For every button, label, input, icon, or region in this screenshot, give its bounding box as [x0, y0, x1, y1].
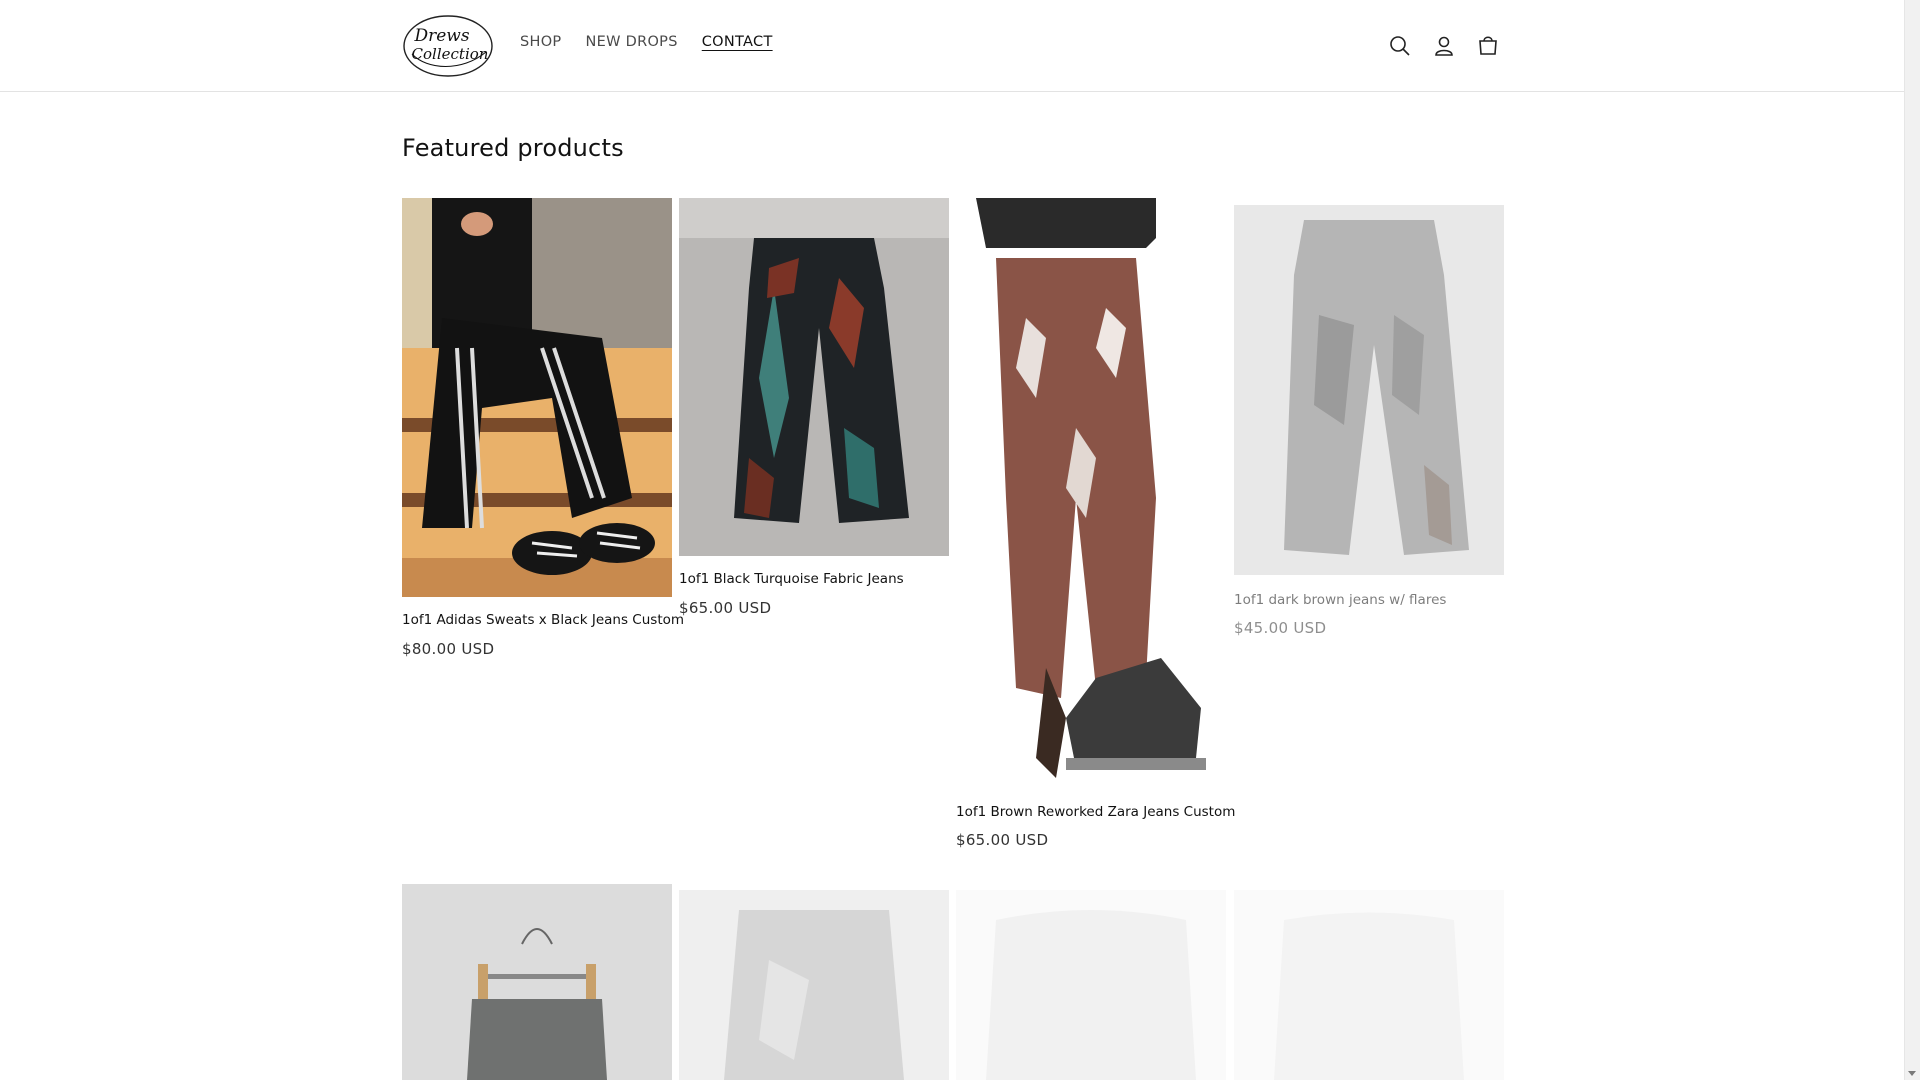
- product-card[interactable]: [402, 884, 672, 1080]
- store-logo[interactable]: Drews Collection: [402, 14, 494, 78]
- product-price: $45.00 USD: [1234, 619, 1327, 637]
- product-image[interactable]: [956, 890, 1226, 1080]
- product-image[interactable]: [402, 884, 672, 1080]
- header-icons: [1378, 28, 1510, 64]
- nav-contact[interactable]: CONTACT: [702, 34, 773, 50]
- product-title[interactable]: 1of1 dark brown jeans w/ flares: [1234, 592, 1446, 608]
- search-icon[interactable]: [1378, 28, 1422, 64]
- storefront-page: Drews Collection SHOP NEW DROPS CONTACT …: [0, 0, 1905, 1080]
- product-image[interactable]: [679, 890, 949, 1080]
- product-title[interactable]: 1of1 Adidas Sweats x Black Jeans Custom: [402, 612, 684, 628]
- svg-text:Drews: Drews: [413, 26, 469, 46]
- product-card[interactable]: [956, 890, 1226, 1080]
- svg-text:Collection: Collection: [412, 45, 489, 63]
- product-price: $65.00 USD: [679, 599, 772, 617]
- product-image[interactable]: [1234, 890, 1504, 1080]
- scrollbar[interactable]: [1904, 0, 1920, 1080]
- product-image[interactable]: [679, 198, 949, 556]
- product-image[interactable]: [956, 198, 1226, 788]
- product-image[interactable]: [402, 198, 672, 597]
- nav-new-drops[interactable]: NEW DROPS: [585, 34, 677, 50]
- nav-shop[interactable]: SHOP: [520, 34, 561, 50]
- product-card[interactable]: 1of1 Adidas Sweats x Black Jeans Custom …: [402, 198, 684, 668]
- product-card[interactable]: 1of1 dark brown jeans w/ flares $45.00 U…: [1234, 205, 1504, 655]
- account-icon[interactable]: [1422, 28, 1466, 64]
- product-card[interactable]: [679, 890, 949, 1080]
- product-card[interactable]: 1of1 Black Turquoise Fabric Jeans $65.00…: [679, 198, 949, 628]
- product-card[interactable]: 1of1 Brown Reworked Zara Jeans Custom $6…: [956, 198, 1235, 858]
- product-image[interactable]: [1234, 205, 1504, 575]
- section-title: Featured products: [402, 134, 624, 162]
- product-title[interactable]: 1of1 Brown Reworked Zara Jeans Custom: [956, 804, 1235, 820]
- product-price: $65.00 USD: [956, 831, 1049, 849]
- scroll-down-arrow-icon[interactable]: [1908, 1071, 1916, 1076]
- site-header: Drews Collection SHOP NEW DROPS CONTACT: [0, 0, 1905, 92]
- cart-icon[interactable]: [1466, 28, 1510, 64]
- main-nav: SHOP NEW DROPS CONTACT: [520, 34, 797, 50]
- product-price: $80.00 USD: [402, 640, 495, 658]
- product-title[interactable]: 1of1 Black Turquoise Fabric Jeans: [679, 571, 904, 587]
- product-card[interactable]: [1234, 890, 1504, 1080]
